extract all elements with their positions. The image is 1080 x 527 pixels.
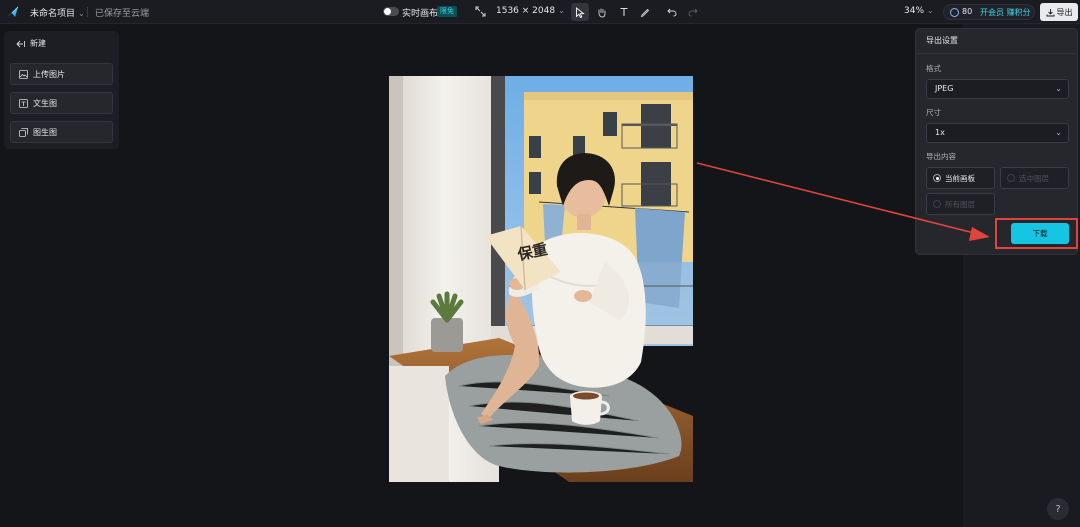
upload-image-label: 上传图片 (33, 69, 65, 79)
export-settings-title: 导出设置 (926, 36, 958, 45)
select-tool-button[interactable] (571, 3, 589, 21)
format-label: 格式 (926, 64, 941, 73)
format-select[interactable]: JPEG ⌄ (926, 79, 1069, 99)
zoom-dropdown[interactable]: 34% ⌄ (904, 6, 934, 16)
project-name: 未命名项目 (30, 9, 76, 19)
new-button[interactable]: 新建 (16, 38, 46, 49)
option-label: 选中图层 (1019, 173, 1049, 183)
left-create-panel: 新建 上传图片 文生图 图生图 (4, 31, 119, 149)
cursor-icon (576, 6, 585, 18)
option-all-layers[interactable]: 所有图层 (926, 193, 995, 215)
resize-icon[interactable] (475, 6, 486, 17)
project-name-dropdown[interactable]: 未命名项目 ⌄ (30, 6, 85, 19)
credit-count: 80 (962, 7, 973, 16)
chevron-down-icon: ⌄ (78, 9, 85, 18)
save-status: 已保存至云端 (95, 9, 150, 19)
image-to-image-label: 图生图 (33, 127, 57, 137)
option-label: 所有图层 (945, 199, 975, 209)
hand-icon (598, 8, 605, 17)
canvas-size-value: 1536 × 2048 (496, 6, 556, 16)
upload-image-button[interactable]: 上传图片 (10, 63, 113, 85)
membership-link[interactable]: 开会员 赚积分 (980, 7, 1031, 18)
download-button[interactable]: 下载 (1011, 223, 1069, 244)
chevron-down-icon: ⌄ (1055, 128, 1062, 137)
text-tool-button[interactable] (615, 3, 633, 21)
credit-coin-icon (950, 8, 959, 17)
text-to-image-button[interactable]: 文生图 (10, 92, 113, 114)
image-to-image-button[interactable]: 图生图 (10, 121, 113, 143)
collapse-left-icon (16, 40, 25, 47)
radio-icon (933, 200, 941, 208)
canvas-size-dropdown[interactable]: 1536 × 2048 ⌄ (496, 6, 565, 16)
brush-icon (640, 8, 650, 17)
zoom-value: 34% (904, 6, 925, 16)
download-icon (1046, 8, 1054, 16)
option-current-artboard[interactable]: 当前画板 (926, 167, 995, 189)
app-logo-icon[interactable] (6, 5, 20, 19)
credits-pill[interactable]: 80 开会员 赚积分 (943, 4, 1035, 20)
redo-icon (688, 8, 698, 17)
undo-icon (667, 8, 677, 17)
upload-image-icon (19, 69, 28, 79)
chevron-down-icon: ⌄ (558, 6, 565, 15)
radio-icon (1007, 174, 1015, 182)
divider (87, 7, 88, 17)
realtime-canvas-toggle[interactable] (383, 7, 399, 16)
export-button[interactable]: 导出 (1040, 3, 1078, 21)
undo-button[interactable] (663, 3, 681, 21)
divider (916, 53, 1077, 54)
chevron-down-icon: ⌄ (1055, 84, 1062, 93)
radio-selected-icon (933, 174, 941, 182)
option-label: 当前画板 (945, 173, 975, 183)
new-label: 新建 (30, 39, 46, 48)
size-label: 尺寸 (926, 108, 941, 117)
size-value: 1x (935, 128, 945, 137)
option-selected-layers[interactable]: 选中图层 (1000, 167, 1069, 189)
reading-woman-photo: 保重 (389, 76, 693, 482)
chevron-down-icon: ⌄ (927, 6, 934, 15)
image-to-image-icon (19, 127, 28, 137)
brush-tool-button[interactable] (636, 3, 654, 21)
help-button[interactable]: ? (1047, 498, 1069, 520)
format-value: JPEG (935, 84, 954, 93)
redo-button[interactable] (684, 3, 702, 21)
realtime-canvas-label: 实时画布 (402, 9, 439, 19)
canvas-image[interactable]: 保重 (389, 76, 693, 482)
size-select[interactable]: 1x ⌄ (926, 123, 1069, 143)
export-label: 导出 (1056, 7, 1073, 17)
text-icon (620, 7, 628, 16)
text-to-image-label: 文生图 (33, 98, 57, 108)
hand-tool-button[interactable] (592, 3, 610, 21)
text-to-image-icon (19, 98, 28, 108)
export-content-label: 导出内容 (926, 152, 956, 161)
top-toolbar: 未命名项目 ⌄ 已保存至云端 实时画布 限免 1536 × 2048 ⌄ 34%… (0, 0, 1080, 24)
free-badge: 限免 (437, 6, 457, 17)
